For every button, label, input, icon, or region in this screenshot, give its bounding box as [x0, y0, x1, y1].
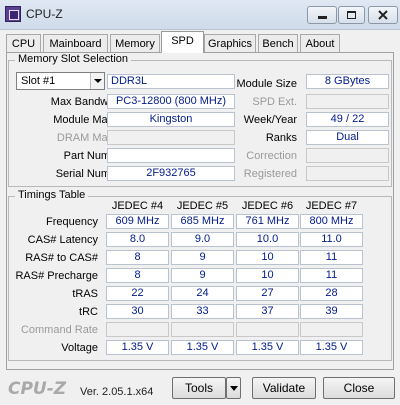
- timing-cell: 10.0: [236, 232, 299, 247]
- cpuz-logo: CPU-Z: [8, 379, 67, 399]
- window-title: CPU-Z: [26, 7, 63, 21]
- title-bar[interactable]: CPU-Z: [0, 0, 400, 30]
- timing-cell: 800 MHz: [300, 214, 363, 229]
- slot-select-value: Slot #1: [21, 75, 56, 87]
- timings-col-header: JEDEC #4: [111, 200, 164, 212]
- cpuz-app-icon: [5, 6, 21, 22]
- minimize-button[interactable]: [307, 6, 337, 24]
- timings-col-header: JEDEC #6: [241, 200, 294, 212]
- timings-col-header: JEDEC #5: [176, 200, 229, 212]
- validate-button[interactable]: Validate: [252, 377, 316, 399]
- spd-ext-field: [306, 94, 389, 109]
- cpuz-window: CPU-Z CPU Mainboard Memory SPD Graphics …: [0, 0, 400, 405]
- serial-number-field: 2F932765: [107, 166, 235, 181]
- ranks-field: Dual: [306, 130, 389, 145]
- timing-cell: [300, 322, 363, 337]
- minimize-icon: [317, 16, 327, 19]
- close-button[interactable]: Close: [323, 377, 395, 399]
- tab-memory[interactable]: Memory: [110, 34, 160, 53]
- ranks-label: Ranks: [265, 132, 297, 144]
- correction-field: [306, 148, 389, 163]
- version-text: Ver. 2.05.1.x64: [80, 386, 154, 398]
- voltage-label: Voltage: [61, 342, 98, 354]
- timing-cell: 1.35 V: [300, 340, 363, 355]
- timing-cell: 761 MHz: [236, 214, 299, 229]
- tab-cpu[interactable]: CPU: [6, 34, 41, 53]
- memory-slot-group-title: Memory Slot Selection: [15, 53, 132, 65]
- week-year-label: Week/Year: [243, 114, 297, 126]
- registered-field: [306, 166, 389, 181]
- timing-cell: 33: [171, 304, 234, 319]
- timing-cell: 1.35 V: [171, 340, 234, 355]
- ras-to-cas-label: RAS# to CAS#: [25, 252, 98, 264]
- spd-ext-label: SPD Ext.: [252, 96, 297, 108]
- close-window-button[interactable]: [368, 6, 398, 24]
- timing-cell: [236, 322, 299, 337]
- timing-cell: 8: [106, 268, 169, 283]
- ras-precharge-label: RAS# Precharge: [15, 270, 98, 282]
- timing-cell: 10: [236, 268, 299, 283]
- timing-cell: [106, 322, 169, 337]
- maximize-icon: [347, 11, 356, 19]
- memory-type-field: DDR3L: [107, 74, 235, 89]
- timing-cell: 11.0: [300, 232, 363, 247]
- module-size-label: Module Size: [236, 78, 297, 90]
- timing-cell: 24: [171, 286, 234, 301]
- cas-latency-label: CAS# Latency: [27, 234, 98, 246]
- trc-label: tRC: [79, 306, 98, 318]
- timing-cell: [171, 322, 234, 337]
- timing-cell: 609 MHz: [106, 214, 169, 229]
- timing-cell: 9.0: [171, 232, 234, 247]
- frequency-label: Frequency: [46, 216, 98, 228]
- timing-cell: 28: [300, 286, 363, 301]
- tab-graphics[interactable]: Graphics: [204, 34, 256, 53]
- close-icon: [378, 10, 388, 20]
- max-bandwidth-field: PC3-12800 (800 MHz): [107, 94, 235, 109]
- timing-cell: 8: [106, 250, 169, 265]
- maximize-button[interactable]: [338, 6, 365, 24]
- module-manuf-field: Kingston: [107, 112, 235, 127]
- week-year-field: 49 / 22: [306, 112, 389, 127]
- timing-cell: 1.35 V: [236, 340, 299, 355]
- timing-cell: 11: [300, 268, 363, 283]
- timing-cell: 10: [236, 250, 299, 265]
- chevron-down-icon[interactable]: [90, 73, 104, 89]
- slot-select[interactable]: Slot #1: [16, 72, 105, 90]
- timing-cell: 1.35 V: [106, 340, 169, 355]
- timing-cell: 27: [236, 286, 299, 301]
- module-size-field: 8 GBytes: [306, 74, 389, 89]
- timing-cell: 39: [300, 304, 363, 319]
- tools-button[interactable]: Tools: [172, 377, 226, 399]
- tab-mainboard[interactable]: Mainboard: [43, 34, 108, 53]
- timings-group-title: Timings Table: [15, 189, 89, 201]
- timing-cell: 9: [171, 268, 234, 283]
- tab-spd[interactable]: SPD: [161, 31, 204, 53]
- timing-cell: 37: [236, 304, 299, 319]
- tools-dropdown-button[interactable]: [226, 377, 241, 399]
- command-rate-label: Command Rate: [20, 324, 98, 336]
- timing-cell: 8.0: [106, 232, 169, 247]
- timing-cell: 30: [106, 304, 169, 319]
- tab-about[interactable]: About: [300, 34, 340, 53]
- timing-cell: 22: [106, 286, 169, 301]
- tras-label: tRAS: [72, 288, 98, 300]
- tab-bench[interactable]: Bench: [258, 34, 298, 53]
- timing-cell: 11: [300, 250, 363, 265]
- part-number-field: [107, 148, 235, 163]
- timing-cell: 685 MHz: [171, 214, 234, 229]
- timings-col-header: JEDEC #7: [305, 200, 358, 212]
- dram-manuf-field: [107, 130, 235, 145]
- correction-label: Correction: [246, 150, 297, 162]
- registered-label: Registered: [243, 168, 297, 180]
- timing-cell: 9: [171, 250, 234, 265]
